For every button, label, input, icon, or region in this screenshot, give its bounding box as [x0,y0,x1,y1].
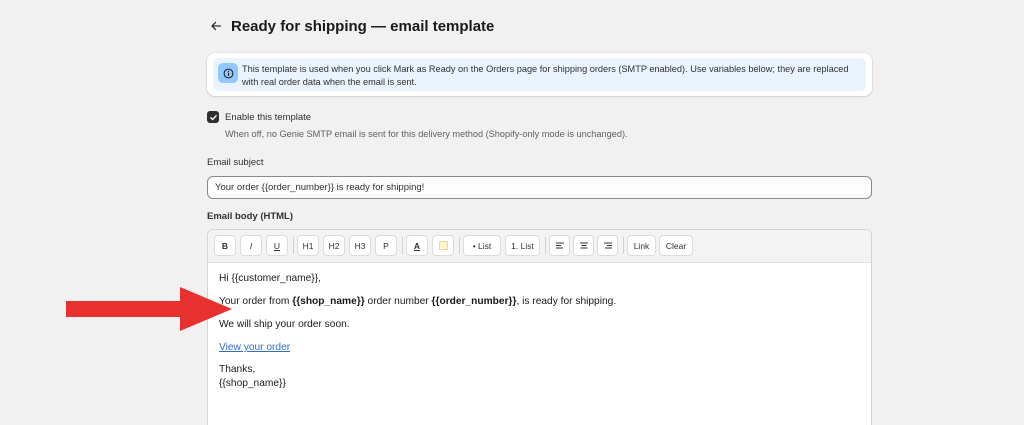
toolbar-divider [293,237,294,254]
enable-template-help: When off, no Genie SMTP email is sent fo… [225,129,628,139]
align-right-button[interactable] [597,235,618,256]
page-header: Ready for shipping — email template [207,14,494,38]
info-icon [218,63,238,83]
toolbar-divider [459,237,460,254]
info-banner: This template is used when you click Mar… [207,53,872,96]
email-body-editor: B I U H1 H2 H3 P A • List 1. List Link C… [207,229,872,425]
enable-template-row: Enable this template [207,111,311,123]
editor-toolbar: B I U H1 H2 H3 P A • List 1. List Link C… [208,230,871,263]
enable-template-label[interactable]: Enable this template [225,112,311,123]
toolbar-divider [623,237,624,254]
highlight-swatch-icon [438,241,448,250]
enable-template-checkbox[interactable] [207,111,219,123]
checkmark-icon [209,114,217,120]
ship-soon-line: We will ship your order soon. [219,319,350,330]
order-ready-text: , is ready for shipping. [516,296,617,307]
email-subject-label: Email subject [207,157,264,168]
toolbar-divider [545,237,546,254]
page-title: Ready for shipping — email template [231,17,495,35]
paragraph-button[interactable]: P [375,235,397,256]
arrow-shape [66,287,232,331]
email-body-label: Email body (HTML) [207,211,294,222]
underline-button[interactable]: U [266,235,288,256]
arrow-left-icon [211,21,222,31]
order-ready-line: Your order from {{shop_name}} order numb… [219,296,616,307]
greeting-line: Hi {{customer_name}}, [219,273,321,284]
align-left-button[interactable] [549,235,570,256]
align-center-icon [579,242,588,249]
text-color-button[interactable]: A [406,235,428,256]
toolbar-divider [402,237,403,254]
order-ready-text: order number [364,296,432,307]
info-banner-text: This template is used when you click Mar… [242,64,849,87]
signature-line: {{shop_name}} [219,378,286,389]
bullet-list-button[interactable]: • List [463,235,501,256]
align-left-icon [555,242,564,249]
shop-name-variable: {{shop_name}} [292,296,365,307]
bold-button[interactable]: B [214,235,236,256]
thanks-line: Thanks, [219,364,256,375]
align-center-button[interactable] [573,235,594,256]
heading2-button[interactable]: H2 [323,235,345,256]
clear-format-button[interactable]: Clear [659,235,693,256]
numbered-list-button[interactable]: 1. List [505,235,540,256]
view-order-link[interactable]: View your order [219,342,290,353]
back-button[interactable] [207,17,225,35]
heading1-button[interactable]: H1 [297,235,319,256]
order-number-variable: {{order_number}} [431,296,517,307]
italic-button[interactable]: I [240,235,262,256]
info-banner-body: This template is used when you click Mar… [213,58,866,91]
red-annotation-arrow [66,287,232,331]
heading3-button[interactable]: H3 [349,235,371,256]
align-right-icon [603,242,612,249]
link-button[interactable]: Link [627,235,656,256]
email-subject-input[interactable] [207,176,872,199]
highlight-color-button[interactable] [432,235,454,256]
